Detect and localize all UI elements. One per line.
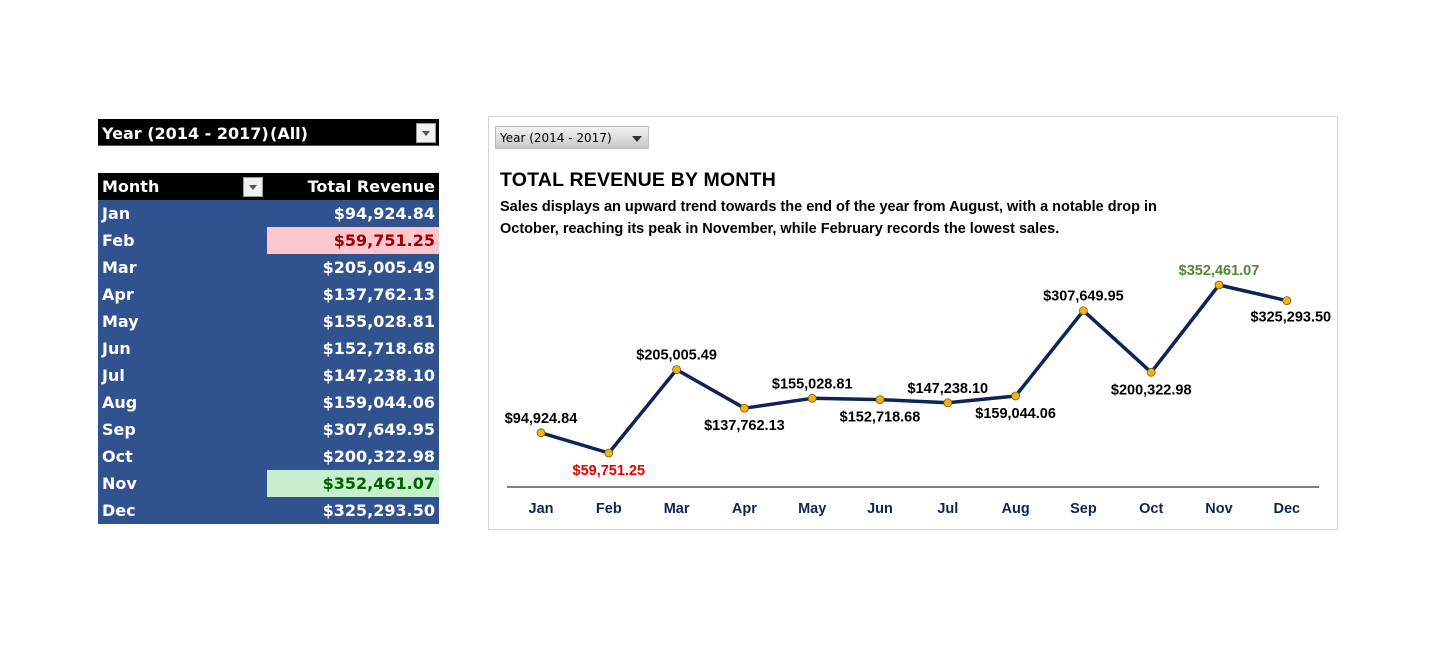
revenue-cell: $205,005.49 [267, 254, 439, 281]
table-row: Jul $147,238.10 [98, 362, 439, 389]
line-chart: $94,924.84 Jan $59,751.25 Feb $205,005.49 Mar… [505, 263, 1331, 517]
data-point [875, 395, 885, 405]
table-row: Feb $59,751.25 [98, 227, 439, 254]
x-tick-label: Dec [1273, 501, 1300, 517]
revenue-cell: $94,924.84 [267, 200, 439, 227]
table-row: Dec $325,293.50 [98, 497, 439, 524]
revenue-cell: $325,293.50 [267, 497, 439, 524]
month-cell: Dec [98, 497, 267, 524]
data-label: $94,924.84 [505, 411, 578, 427]
data-label: $325,293.50 [1250, 310, 1331, 326]
month-cell: May [98, 308, 267, 335]
x-tick-label: Mar [664, 501, 690, 517]
month-cell: Oct [98, 443, 267, 470]
month-cell: Feb [98, 227, 267, 254]
year-filter-label: Year (2014 - 2017) [102, 124, 269, 143]
data-label: $137,762.13 [704, 418, 785, 434]
revenue-cell: $152,718.68 [267, 335, 439, 362]
x-tick-label: Oct [1139, 501, 1163, 517]
table-row: Nov $352,461.07 [98, 470, 439, 497]
data-point [1146, 367, 1156, 377]
revenue-pivot-table: Month Total Revenue Jan $94,924.84 Feb $59… [98, 173, 439, 524]
month-cell: Apr [98, 281, 267, 308]
year-filter: Year (2014 - 2017) (All) [98, 119, 439, 146]
series-line [540, 283, 1288, 455]
x-tick-label: May [798, 501, 826, 517]
table-row: May $155,028.81 [98, 308, 439, 335]
data-label: $200,322.98 [1111, 382, 1192, 398]
data-point [1079, 306, 1088, 316]
month-column-header: Month [98, 173, 267, 200]
table-row: Jan $94,924.84 [98, 200, 439, 227]
month-cell: Nov [98, 470, 267, 497]
data-point [943, 398, 953, 408]
x-tick-label: Jul [937, 501, 958, 517]
x-tick-label: Jun [867, 501, 893, 517]
revenue-cell: $137,762.13 [267, 281, 439, 308]
x-tick-label: Feb [596, 501, 622, 517]
revenue-cell-lowest: $59,751.25 [267, 227, 439, 254]
month-cell: Aug [98, 389, 267, 416]
data-point [1011, 391, 1020, 401]
month-filter-dropdown-icon[interactable] [243, 177, 263, 197]
table-row: Mar $205,005.49 [98, 254, 439, 281]
data-label: $59,751.25 [573, 463, 646, 479]
month-header-label: Month [102, 177, 160, 196]
pivot-header-row: Month Total Revenue [98, 173, 439, 200]
month-cell: Mar [98, 254, 267, 281]
data-point [1282, 296, 1292, 305]
table-row: Oct $200,322.98 [98, 443, 439, 470]
data-label: $155,028.81 [772, 376, 853, 392]
data-point [739, 403, 749, 413]
data-point [807, 393, 817, 403]
revenue-cell: $307,649.95 [267, 416, 439, 443]
revenue-chart-panel: Year (2014 - 2017) TOTAL REVENUE BY MONT… [488, 116, 1338, 530]
x-tick-label: Aug [1002, 501, 1030, 517]
month-cell: Jun [98, 335, 267, 362]
revenue-cell: $200,322.98 [267, 443, 439, 470]
revenue-cell: $155,028.81 [267, 308, 439, 335]
data-label: $307,649.95 [1043, 289, 1124, 305]
data-point [672, 365, 682, 375]
table-row: Aug $159,044.06 [98, 389, 439, 416]
month-cell: Jan [98, 200, 267, 227]
data-label: $147,238.10 [907, 381, 988, 397]
data-label: $352,461.07 [1179, 263, 1260, 279]
revenue-cell: $159,044.06 [267, 389, 439, 416]
data-point [1214, 280, 1224, 290]
x-tick-label: Nov [1205, 501, 1232, 517]
data-label: $152,718.68 [840, 410, 921, 426]
table-row: Sep $307,649.95 [98, 416, 439, 443]
x-tick-label: Sep [1070, 501, 1097, 517]
table-row: Apr $137,762.13 [98, 281, 439, 308]
revenue-cell-highest: $352,461.07 [267, 470, 439, 497]
data-point [604, 448, 614, 458]
revenue-cell: $147,238.10 [267, 362, 439, 389]
x-tick-label: Jan [529, 501, 554, 517]
data-point [536, 428, 546, 438]
month-cell: Jul [98, 362, 267, 389]
table-row: Jun $152,718.68 [98, 335, 439, 362]
data-label: $159,044.06 [975, 406, 1056, 422]
month-cell: Sep [98, 416, 267, 443]
x-tick-label: Apr [732, 501, 757, 517]
year-filter-value: (All) [270, 124, 308, 143]
revenue-column-header: Total Revenue [267, 173, 439, 200]
year-filter-dropdown-icon[interactable] [416, 123, 436, 143]
data-label: $205,005.49 [636, 348, 717, 364]
